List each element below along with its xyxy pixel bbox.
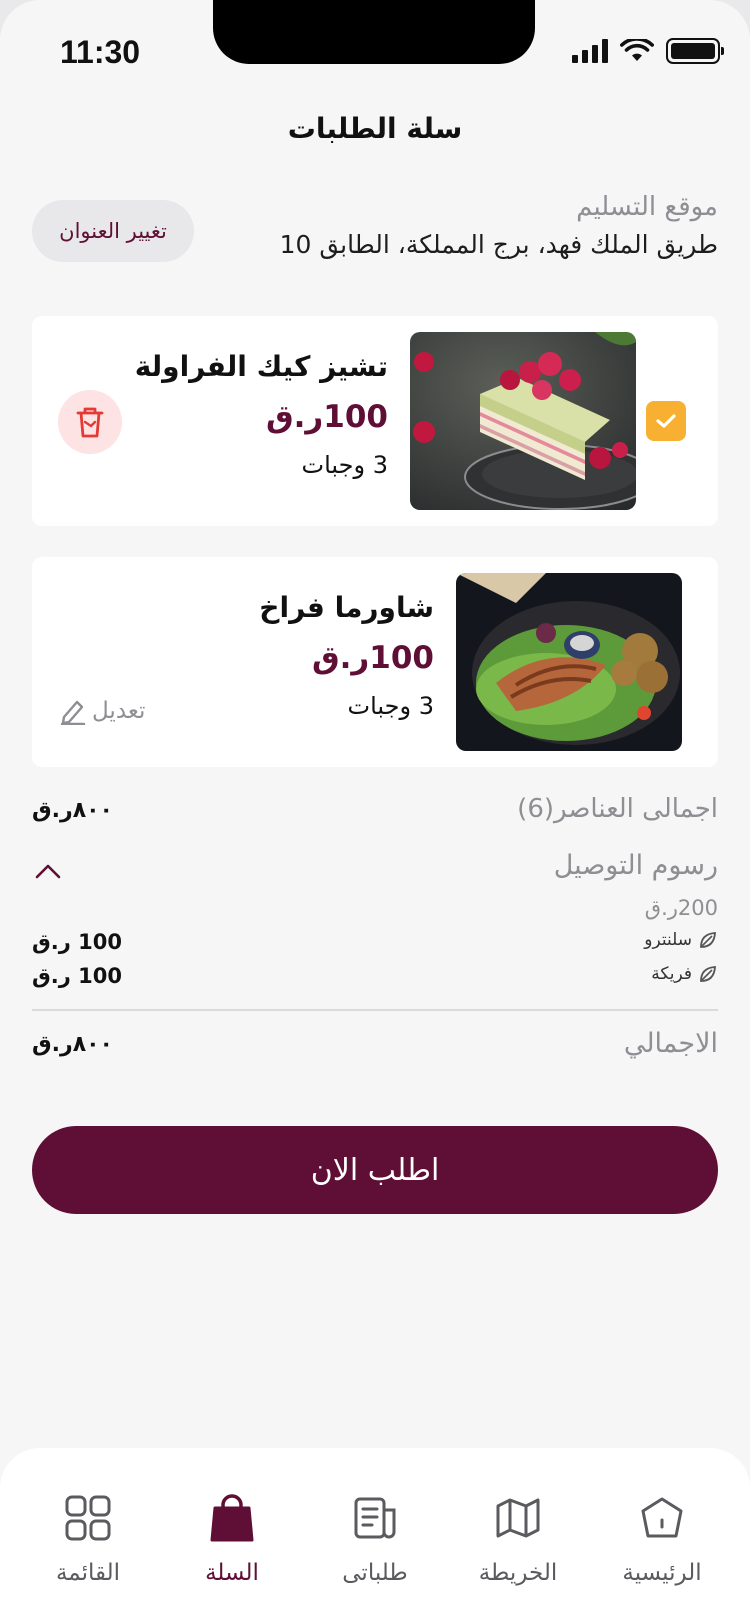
addon-name: فريكة [651, 964, 692, 984]
item-checkbox[interactable] [646, 401, 686, 441]
addon-name: سلنترو [644, 930, 692, 950]
cheesecake-image [410, 332, 636, 510]
wifi-icon [620, 39, 654, 61]
grid-icon [65, 1495, 111, 1541]
shawarma-image [456, 573, 682, 751]
addon-label: فريكة [651, 964, 718, 984]
cart-item-details: تشيز كيك الفراولة 100ر.ق 3 وجبات [135, 350, 388, 479]
delete-item-button[interactable] [58, 390, 122, 454]
bag-icon [210, 1494, 254, 1542]
nav-label: القائمة [55, 1560, 121, 1586]
delivery-address: طريق الملك فهد، برج المملكة، الطابق 10 [279, 230, 718, 259]
leaf-icon [700, 966, 716, 982]
edit-item-label: تعديل [92, 698, 146, 724]
leaf-icon [700, 932, 716, 948]
status-icons [572, 38, 724, 64]
addon-value: 100 ر.ق [32, 964, 122, 988]
divider [32, 1009, 718, 1011]
pencil-icon [60, 700, 86, 725]
nav-item-orders[interactable]: طلباتى [305, 1490, 445, 1586]
bottom-nav: القائمة السلة طلباتى الخريطة الرئيسية [0, 1448, 750, 1624]
nav-item-menu[interactable]: القائمة [18, 1490, 158, 1586]
nav-item-cart[interactable]: السلة [162, 1490, 302, 1586]
nav-label: الرئيسية [622, 1560, 702, 1586]
cart-item: تشيز كيك الفراولة 100ر.ق 3 وجبات [32, 316, 718, 526]
home-icon [641, 1497, 683, 1538]
cart-item-details: شاورما فراخ 100ر.ق 3 وجبات [259, 591, 434, 720]
nav-label: الخريطة [478, 1560, 558, 1586]
change-address-button[interactable]: تغيير العنوان [32, 200, 194, 262]
delivery-fee-label: رسوم التوصيل [553, 850, 718, 881]
items-total-value: ٨٠٠ر.ق [32, 798, 113, 823]
nav-label: طلباتى [342, 1560, 408, 1586]
signal-icon [572, 39, 608, 63]
map-icon [496, 1498, 540, 1538]
item-quantity: 3 وجبات [347, 692, 434, 720]
check-icon [656, 414, 676, 428]
nav-item-map[interactable]: الخريطة [448, 1490, 588, 1586]
item-name: تشيز كيك الفراولة [134, 350, 388, 383]
page-title: سلة الطلبات [287, 112, 463, 145]
addon-label: سلنترو [644, 930, 718, 950]
delivery-fee-amount: 200ر.ق [644, 896, 718, 920]
orders-icon [354, 1497, 396, 1539]
cart-item: شاورما فراخ 100ر.ق 3 وجبات تعديل [32, 557, 718, 767]
grand-total-value: ٨٠٠ر.ق [32, 1032, 113, 1057]
nav-label: السلة [205, 1560, 259, 1586]
order-now-button[interactable]: اطلب الان [32, 1126, 718, 1214]
items-total-label: اجمالى العناصر(6) [517, 794, 718, 824]
item-name: شاورما فراخ [259, 591, 434, 624]
chevron-up-icon[interactable] [34, 862, 62, 880]
edit-item-button[interactable]: تعديل [60, 697, 145, 725]
trash-icon [76, 407, 104, 438]
nav-item-home[interactable]: الرئيسية [592, 1490, 732, 1586]
item-price: 100ر.ق [265, 399, 388, 435]
status-time: 11:30 [60, 34, 141, 70]
delivery-location-label: موقع التسليم [576, 192, 718, 222]
screen: 11:30 سلة الطلبات موقع التسليم طريق المل… [0, 0, 750, 1624]
addon-value: 100 ر.ق [32, 930, 122, 954]
item-price: 100ر.ق [311, 640, 434, 676]
battery-icon [666, 38, 724, 64]
delivery-location: موقع التسليم طريق الملك فهد، برج المملكة… [280, 192, 718, 259]
item-quantity: 3 وجبات [301, 451, 388, 479]
grand-total-label: الاجمالي [623, 1028, 718, 1059]
device-notch [213, 0, 535, 64]
